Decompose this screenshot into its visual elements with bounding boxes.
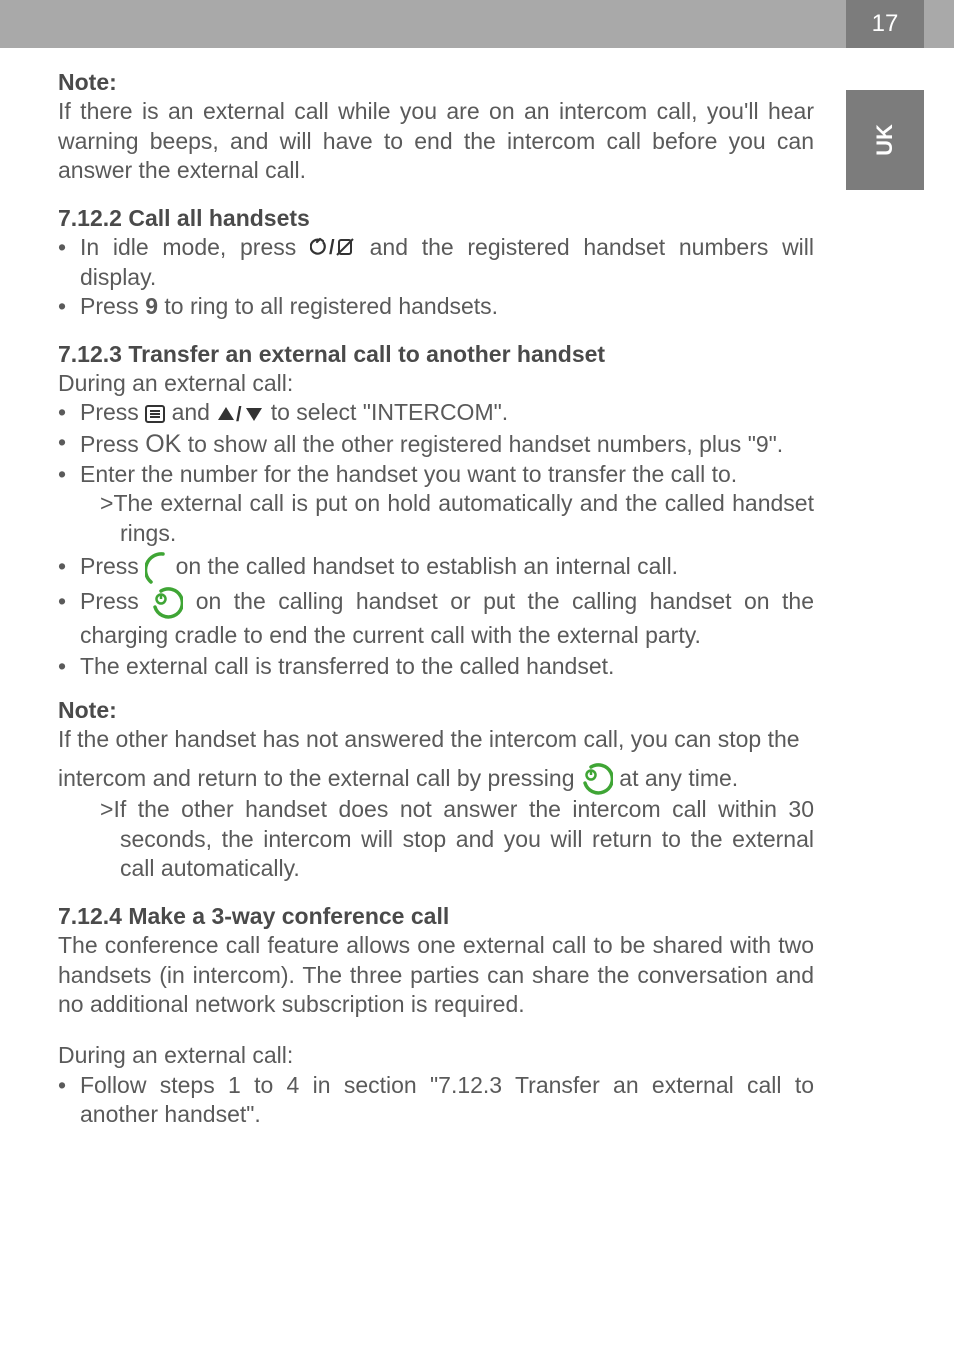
s7123-b2-a: Press (80, 431, 145, 457)
page-content: Note: If there is an external call while… (0, 48, 954, 1130)
section-7-12-3-head: 7.12.3 Transfer an external call to anot… (58, 340, 814, 369)
note2-p2-a: intercom and return to the external call… (58, 765, 581, 791)
s7123-bullet-5: Press on the calling handset or put the … (58, 585, 814, 652)
s7123-bullet-1: Press and / to select "INTERCOM". (58, 398, 814, 427)
end-key-icon (581, 763, 613, 795)
note2-head: Note: (58, 696, 814, 725)
end-key-icon (151, 587, 183, 619)
side-tab-label: UK (872, 124, 898, 156)
header-bar: 17 (0, 0, 954, 48)
s7123-b1-c: to select "INTERCOM". (271, 399, 508, 425)
s7123-b5-b: on the calling handset or put the callin… (80, 588, 814, 648)
s7124-bullet-1: Follow steps 1 to 4 in section "7.12.3 T… (58, 1071, 814, 1130)
s7123-b6: The external call is transferred to the … (80, 653, 614, 679)
s7123-b3: Enter the number for the handset you wan… (80, 461, 737, 487)
s7122-b2-a: Press (80, 293, 145, 319)
s7122-bullet-2: Press 9 to ring to all registered handse… (58, 292, 814, 321)
svg-text:/: / (329, 237, 335, 258)
redial-mute-icon: / (310, 236, 356, 258)
s7123-b2-b: to show all the other registered handset… (181, 431, 783, 457)
s7124-during: During an external call: (58, 1041, 814, 1070)
s7123-bullet-4: Press on the called handset to establish… (58, 548, 814, 585)
s7122-b1-a: In idle mode, press (80, 234, 310, 260)
note1-head: Note: (58, 68, 814, 97)
s7123-bullet-3: Enter the number for the handset you wan… (58, 460, 814, 489)
key-9: 9 (145, 293, 158, 319)
s7124-b1: Follow steps 1 to 4 in section "7.12.3 T… (80, 1072, 814, 1127)
s7123-b4-b: on the called handset to establish an in… (176, 553, 679, 579)
s7123-b1-b: and (172, 399, 217, 425)
note1-body: If there is an external call while you a… (58, 97, 814, 185)
page-number-text: 17 (872, 10, 899, 38)
note2-p1: If the other handset has not answered th… (58, 725, 814, 754)
ok-key: OK (145, 430, 181, 458)
s7123-b3-sub: >The external call is put on hold automa… (58, 489, 814, 548)
section-7-12-4-head: 7.12.4 Make a 3-way conference call (58, 902, 814, 931)
s7123-b4-a: Press (80, 553, 145, 579)
s7123-b5-a: Press (80, 588, 151, 614)
s7123-bullet-6: The external call is transferred to the … (58, 652, 814, 681)
s7123-intro: During an external call: (58, 369, 814, 398)
s7124-body: The conference call feature allows one e… (58, 931, 814, 1019)
s7123-b1-a: Press (80, 399, 145, 425)
section-7-12-2-head: 7.12.2 Call all handsets (58, 204, 814, 233)
s7122-b2-b: to ring to all registered handsets. (158, 293, 498, 319)
talk-key-icon (145, 552, 169, 584)
svg-text:/: / (236, 405, 242, 423)
note2-sub: >If the other handset does not answer th… (58, 795, 814, 883)
s7122-bullet-1: In idle mode, press / and the registered… (58, 233, 814, 292)
up-down-arrow-icon: / (216, 405, 264, 423)
page-number: 17 (846, 0, 924, 48)
note2-sub-text: If the other handset does not answer the… (113, 796, 814, 881)
s7123-b3-sub-text: The external call is put on hold automat… (113, 490, 814, 545)
side-tab: UK (846, 90, 924, 190)
s7123-bullet-2: Press OK to show all the other registere… (58, 428, 814, 460)
menu-icon (145, 405, 165, 423)
note2-p2-b: at any time. (619, 765, 738, 791)
note2-p2: intercom and return to the external call… (58, 761, 814, 796)
